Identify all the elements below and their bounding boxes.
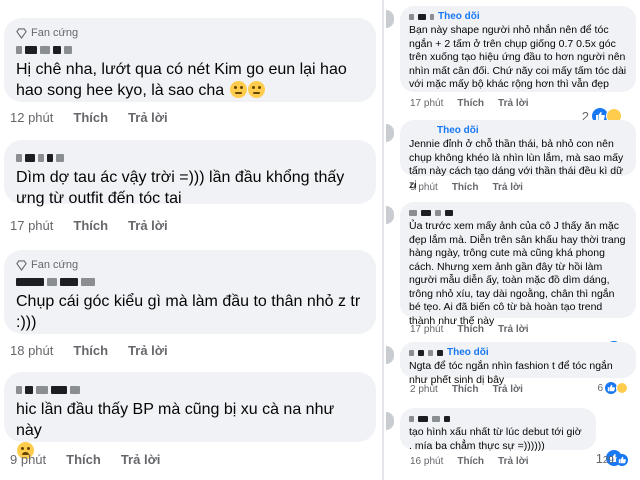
comment: hic lần đầu thấy BP mà cũng bị xu cà na … (4, 372, 376, 459)
author-name-redacted[interactable] (16, 382, 364, 398)
comment-actions: 16 phút Thích Trả lời (410, 454, 529, 468)
comment-time[interactable]: 9 phút (410, 182, 438, 193)
follow-link[interactable]: Theo dõi (438, 11, 480, 22)
comment-header: Theo dõi (409, 346, 627, 359)
thinking-face-icon (247, 81, 265, 98)
reply-link[interactable]: Trả lời (498, 98, 528, 109)
author-name-redacted[interactable] (16, 42, 364, 58)
follow-link[interactable]: Theo dõi (447, 347, 489, 358)
comment: Dìm dợ tau ác vậy trời =))) lần đầu khổn… (4, 140, 376, 207)
comment-time[interactable]: 17 phút (410, 98, 443, 109)
comment-actions: 17 phút Thích Trả lời (410, 96, 529, 110)
comment: Fan cứng Hị chê nha, lướt qua có nét Kim… (4, 18, 376, 102)
haha-reaction-icon (616, 382, 628, 394)
fan-badge: Fan cứng (16, 258, 364, 272)
avatar[interactable] (386, 346, 394, 364)
author-name-redacted[interactable] (16, 274, 364, 290)
column-divider (382, 0, 384, 480)
comment-header: Theo dõi (409, 10, 627, 23)
comment-text: tạo hình xấu nhất từ lúc debut tới giờ .… (409, 426, 582, 452)
fan-badge: Fan cứng (16, 26, 364, 40)
comment-actions: 12 phút Thích Trả lời (10, 108, 168, 126)
thinking-face-icon (229, 81, 247, 98)
reaction-count: 6 (597, 382, 603, 394)
reaction-count: 29 (602, 454, 614, 466)
reply-link[interactable]: Trả lời (498, 324, 528, 335)
comment-bubble: Theo dõi Bạn này shape người nhỏ nhắn nê… (400, 6, 636, 92)
comment-actions: 18 phút Thích Trả lời (10, 341, 168, 359)
reaction-summary[interactable]: 6 (597, 382, 628, 394)
comment-time[interactable]: 2 phút (410, 384, 438, 395)
reply-link[interactable]: Trả lời (121, 452, 161, 467)
avatar[interactable] (386, 124, 394, 142)
reply-link[interactable]: Trả lời (128, 110, 168, 125)
like-link[interactable]: Thích (73, 218, 108, 233)
reply-link[interactable]: Trả lời (498, 456, 528, 467)
like-link[interactable]: Thích (73, 110, 108, 125)
comment-actions: 17 phút Thích Trả lời (410, 322, 529, 336)
comment-actions: 9 phút Thích Trả lời (10, 450, 160, 468)
like-reaction-icon (616, 454, 628, 466)
comment-bubble: Fan cứng Hị chê nha, lướt qua có nét Kim… (4, 18, 376, 102)
comment: Fan cứng Chụp cái góc kiểu gì mà làm đầu… (4, 250, 376, 334)
comment-text: Bạn này shape người nhỏ nhắn nên để tóc … (409, 24, 627, 90)
comment-actions: 9 phút Thích Trả lời (410, 180, 523, 194)
comment-text: Hị chê nha, lướt qua có nét Kim go eun l… (16, 61, 347, 99)
follow-link[interactable]: Theo dõi (437, 125, 479, 136)
comment-time[interactable]: 16 phút (410, 456, 443, 467)
like-link[interactable]: Thích (457, 324, 484, 335)
like-link[interactable]: Thích (452, 384, 479, 395)
comment-time[interactable]: 17 phút (410, 324, 443, 335)
badge-label: Fan cứng (31, 259, 79, 271)
comment-time[interactable]: 18 phút (10, 343, 53, 358)
comment-bubble: tạo hình xấu nhất từ lúc debut tới giờ .… (400, 408, 596, 452)
comment-bubble: Theo dõi Jennie đỉnh ở chỗ thần thái, bả… (400, 120, 636, 191)
reply-link[interactable]: Trả lời (492, 182, 522, 193)
like-link[interactable]: Thích (457, 98, 484, 109)
reaction-summary[interactable]: 29 (603, 454, 628, 466)
avatar[interactable] (386, 10, 394, 28)
reply-link[interactable]: Trả lời (492, 384, 522, 395)
diamond-icon (16, 27, 27, 39)
comment-time[interactable]: 17 phút (10, 218, 53, 233)
diamond-icon (16, 259, 27, 271)
author-name-redacted[interactable] (16, 150, 364, 166)
like-link[interactable]: Thích (66, 452, 101, 467)
reply-link[interactable]: Trả lời (128, 343, 168, 358)
comment-time[interactable]: 9 phút (10, 452, 46, 467)
avatar[interactable] (386, 206, 394, 224)
comment-bubble: Dìm dợ tau ác vậy trời =))) lần đầu khổn… (4, 140, 376, 207)
like-link[interactable]: Thích (457, 456, 484, 467)
comment-bubble: Ủa trước xem mấy ảnh của cô J thấy ăn mặ… (400, 202, 636, 327)
comment-bubble: Theo dõi Ngta để tóc ngắn nhìn fashion t… (400, 342, 636, 386)
comment-time[interactable]: 12 phút (10, 110, 53, 125)
avatar[interactable] (386, 412, 394, 430)
reply-link[interactable]: Trả lời (128, 218, 168, 233)
comment-text: Chụp cái góc kiểu gì mà làm đầu to thân … (16, 293, 361, 331)
comment-header: Theo dõi (409, 124, 627, 137)
comment-bubble: Fan cứng Chụp cái góc kiểu gì mà làm đầu… (4, 250, 376, 334)
comment-actions: 17 phút Thích Trả lời (10, 216, 168, 234)
comment-text: Ủa trước xem mấy ảnh của cô J thấy ăn mặ… (409, 220, 626, 327)
comment-actions: 2 phút Thích Trả lời (410, 382, 523, 396)
like-link[interactable]: Thích (73, 343, 108, 358)
comment-header (409, 206, 627, 219)
comment-bubble: hic lần đầu thấy BP mà cũng bị xu cà na … (4, 372, 376, 459)
badge-label: Fan cứng (31, 27, 79, 39)
comment-text: Dìm dợ tau ác vậy trời =))) lần đầu khổn… (16, 169, 345, 207)
comment-header (409, 412, 587, 425)
like-link[interactable]: Thích (452, 182, 479, 193)
